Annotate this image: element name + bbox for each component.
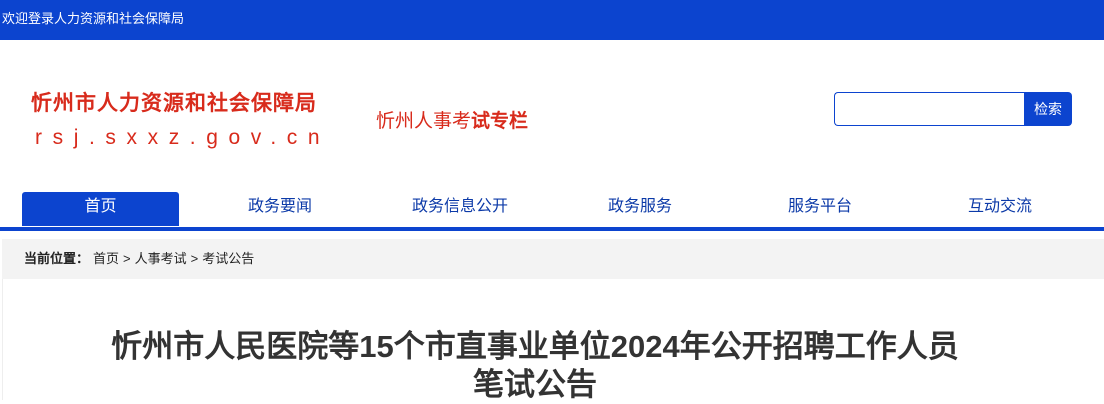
nav-item-info-disclosure[interactable]: 政务信息公开 <box>380 192 540 226</box>
nav-item-services[interactable]: 政务服务 <box>560 192 720 226</box>
exam-column-link[interactable]: 忻州人事考试专栏 <box>376 110 528 134</box>
article-title-line2: 笔试公告 <box>473 367 597 402</box>
breadcrumb-exams[interactable]: 人事考试 <box>135 251 187 266</box>
welcome-text: 欢迎登录人力资源和社会保障局 <box>2 11 185 26</box>
nav-underline <box>0 227 1104 231</box>
search-button[interactable]: 检索 <box>1024 92 1072 126</box>
exam-column-link-text-b: 试专栏 <box>471 111 529 132</box>
site-logo-domain: rsj.sxxz.gov.cn <box>35 126 331 149</box>
nav-item-interaction[interactable]: 互动交流 <box>920 192 1080 226</box>
search-box: 检索 <box>834 92 1072 126</box>
nav-item-platform[interactable]: 服务平台 <box>740 192 900 226</box>
breadcrumb-separator: > <box>190 251 199 266</box>
article-title-line1: 忻州市人民医院等15个市直事业单位2024年公开招聘工作人员 <box>111 329 959 364</box>
article-title: 忻州市人民医院等15个市直事业单位2024年公开招聘工作人员 笔试公告 <box>60 328 1010 404</box>
site-logo-title[interactable]: 忻州市人力资源和社会保障局 <box>31 90 317 118</box>
nav-item-news[interactable]: 政务要闻 <box>200 192 360 226</box>
breadcrumb-home[interactable]: 首页 <box>93 251 119 266</box>
nav-item-home[interactable]: 首页 <box>22 192 179 226</box>
breadcrumb-separator: > <box>123 251 131 266</box>
breadcrumb-bar: 当前位置： 首页 > 人事考试 > 考试公告 <box>2 239 1104 279</box>
search-input[interactable] <box>834 92 1026 126</box>
breadcrumb-announcements[interactable]: 考试公告 <box>202 251 254 266</box>
breadcrumb: 当前位置： 首页 > 人事考试 > 考试公告 <box>24 250 254 267</box>
main-nav: 首页 政务要闻 政务信息公开 政务服务 服务平台 互动交流 <box>0 190 1104 226</box>
breadcrumb-label: 当前位置： <box>24 251 90 266</box>
exam-column-link-text-a: 忻州人事考 <box>376 111 472 132</box>
top-bar: 欢迎登录人力资源和社会保障局 <box>0 0 1104 40</box>
